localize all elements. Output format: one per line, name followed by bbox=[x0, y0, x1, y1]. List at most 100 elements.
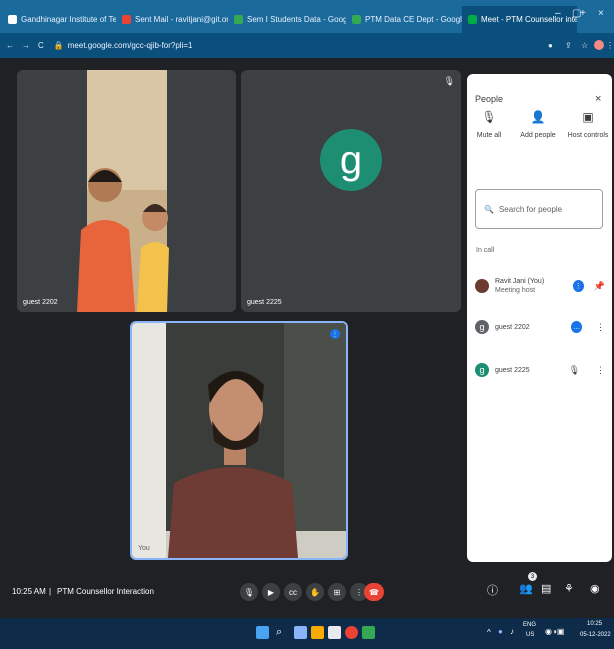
mic-toggle-button[interactable]: 🎙 bbox=[240, 583, 258, 601]
list-item-guest-2225[interactable]: g guest 2225 🎙 ⋮ bbox=[475, 358, 605, 382]
sheets-favicon-icon bbox=[234, 15, 243, 24]
os-taskbar: ⌕ ^ ● ♪ ENG US ◉◑▣ 10:25 05-12-2022 bbox=[0, 618, 614, 649]
wifi-volume-battery-icon[interactable]: ◉◑▣ bbox=[545, 627, 564, 636]
file-explorer-icon[interactable] bbox=[311, 626, 324, 639]
separator: | bbox=[49, 587, 52, 596]
app-icon[interactable] bbox=[362, 626, 375, 639]
windows-start-icon[interactable] bbox=[256, 626, 269, 639]
browser-tab-bar: Gandhinagar Institute of Technol × Sent … bbox=[0, 0, 614, 33]
tab-title: Sent Mail - ravitjani@git.org.in bbox=[135, 15, 228, 24]
meet-favicon-icon bbox=[468, 15, 477, 24]
person-name: guest 2202 bbox=[495, 323, 530, 331]
avatar: g bbox=[475, 320, 489, 334]
chrome-icon[interactable] bbox=[345, 626, 358, 639]
participant-name-label: guest 2225 bbox=[247, 299, 282, 306]
tab-title: PTM Data CE Dept - Google She bbox=[365, 15, 462, 24]
end-call-button[interactable]: ☎ bbox=[364, 583, 384, 601]
institute-favicon-icon bbox=[8, 15, 17, 24]
add-people-label: Add people bbox=[520, 132, 556, 139]
tab-ptm-data[interactable]: PTM Data CE Dept - Google She × bbox=[346, 6, 462, 33]
clock-date: 05-12-2022 bbox=[580, 632, 611, 638]
restore-icon[interactable]: ▢ bbox=[572, 8, 581, 19]
tray-app-icon[interactable]: ● bbox=[498, 627, 503, 636]
profile-avatar[interactable] bbox=[594, 40, 604, 50]
language-indicator[interactable]: ENG bbox=[523, 622, 536, 628]
participant-name-label: guest 2202 bbox=[23, 299, 58, 306]
guest-2202-video bbox=[17, 70, 236, 312]
notepad-icon[interactable] bbox=[328, 626, 341, 639]
gmail-favicon-icon bbox=[122, 15, 131, 24]
address-bar: ← → C 🔒 meet.google.com/gcc-qjib-for?pli… bbox=[0, 33, 614, 58]
back-icon[interactable]: ← bbox=[6, 41, 14, 50]
url-field[interactable]: meet.google.com/gcc-qjib-for?pli=1 bbox=[68, 41, 193, 50]
minimize-icon[interactable]: – bbox=[555, 8, 561, 19]
search-people-input[interactable]: 🔍 Search for people bbox=[475, 189, 603, 229]
people-panel: People × 🎙 Mute all 👤 Add people ▣ Host … bbox=[467, 74, 612, 562]
meeting-controls-bar: 10:25 AM | PTM Counsellor Interaction 🎙 … bbox=[0, 566, 614, 618]
guest-2225-avatar: g bbox=[320, 129, 382, 191]
person-role: Meeting host bbox=[495, 287, 536, 294]
avatar: g bbox=[475, 363, 489, 377]
close-window-icon[interactable]: × bbox=[598, 8, 604, 19]
tab-sem-students[interactable]: Sem I Students Data - Google S × bbox=[228, 6, 346, 33]
video-tile-self: ⋮ You bbox=[130, 321, 348, 560]
participant-name-label: You bbox=[138, 545, 150, 552]
tab-sent-mail[interactable]: Sent Mail - ravitjani@git.org.in × bbox=[116, 6, 228, 33]
tab-title: Meet - PTM Counsellor inte bbox=[481, 15, 577, 24]
list-item-self[interactable]: Ravit Jani (You) Meeting host ⋮ 📌 bbox=[475, 274, 605, 298]
search-icon[interactable]: ⌕ bbox=[276, 626, 289, 639]
bookmark-star-icon[interactable]: ☆ bbox=[581, 41, 588, 50]
person-name: Ravit Jani (You) bbox=[495, 278, 545, 285]
speaking-indicator-icon: ⋮ bbox=[572, 280, 584, 292]
more-options-icon[interactable]: ⋮ bbox=[596, 365, 605, 376]
browser-menu-icon[interactable]: ⋮ bbox=[606, 41, 614, 50]
panel-title: People bbox=[475, 94, 504, 104]
more-options-icon[interactable]: ⋮ bbox=[596, 322, 605, 333]
forward-icon[interactable]: → bbox=[22, 41, 30, 50]
tab-title: Gandhinagar Institute of Technol bbox=[21, 15, 116, 24]
mute-all-label: Mute all bbox=[476, 132, 502, 139]
task-view-icon[interactable] bbox=[294, 626, 307, 639]
close-panel-icon[interactable]: × bbox=[595, 93, 601, 105]
reload-icon[interactable]: C bbox=[38, 41, 44, 50]
clock-time[interactable]: 10:25 bbox=[587, 621, 602, 627]
avatar bbox=[475, 279, 489, 293]
search-icon: 🔍 bbox=[484, 204, 494, 214]
people-icon[interactable]: 👥 bbox=[519, 582, 533, 595]
list-item-guest-2202[interactable]: g guest 2202 … ⋮ bbox=[475, 315, 605, 339]
host-controls-label: Host controls bbox=[567, 132, 609, 139]
host-safety-icon[interactable]: ◉ bbox=[590, 582, 600, 595]
tray-battery-icon[interactable]: ♪ bbox=[510, 627, 514, 636]
mic-muted-icon: 🎙 bbox=[568, 364, 580, 375]
audio-indicator-icon: … bbox=[571, 321, 582, 333]
host-controls-icon: ▣ bbox=[582, 110, 594, 124]
search-placeholder: Search for people bbox=[498, 204, 563, 214]
self-video bbox=[132, 323, 346, 558]
camera-toggle-button[interactable]: ▶ bbox=[262, 583, 280, 601]
person-name: guest 2225 bbox=[495, 366, 530, 374]
activities-icon[interactable]: ⚘ bbox=[564, 582, 574, 595]
chat-icon[interactable]: ▤ bbox=[541, 582, 551, 595]
meeting-details-icon[interactable]: ⓘ bbox=[487, 582, 498, 598]
present-screen-button[interactable]: ⊞ bbox=[328, 583, 346, 601]
speaking-indicator-icon: ⋮ bbox=[330, 329, 340, 339]
tab-title: Sem I Students Data - Google S bbox=[247, 15, 346, 24]
in-call-heading: In call bbox=[476, 247, 495, 254]
raise-hand-button[interactable]: ✋ bbox=[306, 583, 324, 601]
share-icon[interactable]: ⇪ bbox=[565, 41, 572, 50]
video-tile-guest-2225: 🎙 g guest 2225 bbox=[241, 70, 461, 312]
tray-overflow-icon[interactable]: ^ bbox=[487, 628, 491, 637]
meet-stage: guest 2202 🎙 g guest 2225 ⋮ You People ×… bbox=[0, 58, 614, 618]
person-text: Ravit Jani (You) Meeting host bbox=[495, 278, 567, 294]
captions-button[interactable]: cc bbox=[284, 583, 302, 601]
tab-gandhinagar[interactable]: Gandhinagar Institute of Technol × bbox=[2, 6, 116, 33]
camera-indicator-icon[interactable]: ● bbox=[548, 41, 553, 50]
meeting-time: 10:25 AM bbox=[12, 587, 46, 596]
meeting-title: PTM Counsellor Interaction bbox=[57, 587, 154, 596]
sheets-favicon-icon bbox=[352, 15, 361, 24]
host-controls-button[interactable]: ▣ Host controls bbox=[558, 110, 614, 139]
pin-icon[interactable]: 📌 bbox=[594, 281, 605, 292]
participant-count-badge: 3 bbox=[528, 572, 537, 581]
mic-muted-icon: 🎙 bbox=[443, 76, 455, 86]
video-tile-guest-2202: guest 2202 bbox=[17, 70, 236, 312]
